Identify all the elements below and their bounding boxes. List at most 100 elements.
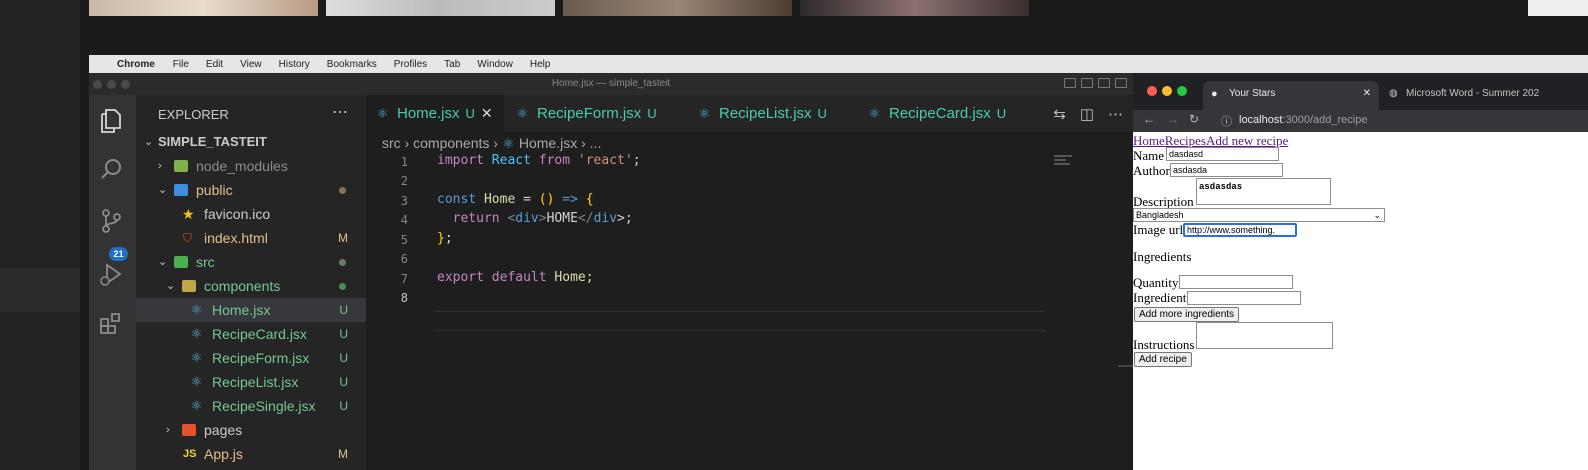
tab-recipeform[interactable]: ⚛ RecipeForm.jsx U xyxy=(504,95,684,132)
reload-icon[interactable]: ↻ xyxy=(1189,112,1199,126)
tree-folder-components[interactable]: ⌄ components xyxy=(136,274,366,298)
nav-link-home[interactable]: Home xyxy=(1133,133,1165,148)
minimize-window-button[interactable] xyxy=(1162,86,1172,96)
run-debug-icon[interactable] xyxy=(98,261,124,287)
close-window-button[interactable] xyxy=(93,80,102,89)
forward-icon[interactable]: → xyxy=(1167,112,1179,126)
nav-link-add-recipe[interactable]: Add new recipe xyxy=(1206,133,1288,148)
menu-bookmarks[interactable]: Bookmarks xyxy=(327,59,377,70)
close-window-button[interactable] xyxy=(1147,86,1157,96)
tree-folder-src[interactable]: ⌄ src xyxy=(136,250,366,274)
menu-window[interactable]: Window xyxy=(477,59,513,70)
line-number: 5 xyxy=(400,233,408,247)
menu-tab[interactable]: Tab xyxy=(444,59,460,70)
split-editor-icon[interactable]: ◫ xyxy=(1080,105,1094,123)
layout-controls xyxy=(1064,78,1127,88)
web-page: HomeRecipesAdd new recipe Name dasdasd A… xyxy=(1133,132,1588,470)
open-changes-icon[interactable]: ⇆ xyxy=(1053,105,1066,123)
menu-history[interactable]: History xyxy=(279,59,310,70)
screen: Chrome File Edit View History Bookmarks … xyxy=(0,0,1588,470)
author-input[interactable]: asdasda xyxy=(1170,163,1283,177)
more-actions-icon[interactable]: ⋯ xyxy=(332,102,348,122)
customize-layout-icon[interactable] xyxy=(1115,78,1127,88)
add-more-ingredients-button[interactable]: Add more ingredients xyxy=(1134,307,1240,322)
star-icon: ★ xyxy=(182,206,195,222)
nav-link-recipes[interactable]: Recipes xyxy=(1165,133,1206,148)
tab-recipelist[interactable]: ⚛ RecipeList.jsx U xyxy=(684,95,854,132)
modified-dot xyxy=(339,187,346,194)
line-number: 2 xyxy=(400,174,408,188)
toggle-panel-icon[interactable] xyxy=(1081,78,1093,88)
tab-recipecard[interactable]: ⚛ RecipeCard.jsx U xyxy=(854,95,1024,132)
url-field[interactable]: localhost:3000/add_recipe xyxy=(1239,114,1367,126)
minimize-window-button[interactable] xyxy=(107,80,116,89)
line-number: 8 xyxy=(400,291,408,305)
name-input[interactable]: dasdasd xyxy=(1166,147,1279,161)
toggle-sidebar-icon[interactable] xyxy=(1064,78,1076,88)
line-number: 7 xyxy=(400,272,408,286)
ingredient-input[interactable] xyxy=(1187,291,1301,305)
react-icon: ⚛ xyxy=(698,106,711,121)
folder-icon xyxy=(174,256,188,268)
video-thumbnail xyxy=(89,0,318,16)
code-line: export default Home; xyxy=(437,270,594,285)
description-textarea[interactable]: asdasdas xyxy=(1196,178,1331,205)
extensions-icon[interactable] xyxy=(98,311,124,337)
back-icon[interactable]: ← xyxy=(1143,112,1155,126)
tree-folder-pages[interactable]: › pages xyxy=(136,418,366,442)
quantity-input[interactable] xyxy=(1179,275,1293,289)
source-control-icon[interactable] xyxy=(98,208,124,234)
zoom-window-button[interactable] xyxy=(1177,86,1187,96)
folder-icon xyxy=(174,184,188,196)
info-icon[interactable]: ⓘ xyxy=(1221,113,1232,129)
menu-view[interactable]: View xyxy=(240,59,262,70)
image-url-input[interactable]: http://www.something. xyxy=(1183,223,1297,237)
github-icon: ● xyxy=(1211,88,1218,100)
tree-file-recipeform[interactable]: ⚛ RecipeForm.jsx U xyxy=(136,346,366,370)
add-recipe-button[interactable]: Add recipe xyxy=(1134,352,1192,367)
tree-file-index-html[interactable]: ⛉ index.html M xyxy=(136,226,366,250)
tree-file-recipesingle[interactable]: ⚛ RecipeSingle.jsx U xyxy=(136,394,366,418)
react-icon: ⚛ xyxy=(190,326,203,341)
explorer-icon[interactable] xyxy=(98,108,124,134)
instructions-label: Instructions xyxy=(1133,337,1195,352)
browser-tab-word[interactable]: ◍ Microsoft Word - Summer 202 xyxy=(1383,81,1588,110)
image-url-label: Image url xyxy=(1133,222,1184,237)
modified-dot xyxy=(339,259,346,266)
instructions-textarea[interactable] xyxy=(1196,322,1333,349)
tab-home[interactable]: ⚛ Home.jsx U ✕ xyxy=(366,95,504,132)
menu-edit[interactable]: Edit xyxy=(206,59,223,70)
code-line: }; xyxy=(437,231,453,246)
zoom-window-button[interactable] xyxy=(121,80,130,89)
tree-file-app-js[interactable]: JS App.js M xyxy=(136,442,366,466)
close-tab-icon[interactable]: ✕ xyxy=(1363,81,1371,107)
activity-bar: 21 xyxy=(89,95,136,470)
tree-file-favicon[interactable]: ★ favicon.ico xyxy=(136,202,366,226)
name-label: Name xyxy=(1133,148,1165,163)
browser-window: ● Your Stars ✕ ◍ Microsoft Word - Summer… xyxy=(1133,73,1588,470)
menu-help[interactable]: Help xyxy=(530,59,551,70)
tree-file-home[interactable]: ⚛ Home.jsx U xyxy=(136,298,366,322)
tree-folder-public[interactable]: ⌄ public xyxy=(136,178,366,202)
toggle-secondary-sidebar-icon[interactable] xyxy=(1098,78,1110,88)
tree-file-recipecard[interactable]: ⚛ RecipeCard.jsx U xyxy=(136,322,366,346)
menu-chrome[interactable]: Chrome xyxy=(117,59,155,70)
browser-tab-your-stars[interactable]: ● Your Stars ✕ xyxy=(1203,81,1379,110)
react-icon: ⚛ xyxy=(868,106,881,121)
browser-tabstrip: ● Your Stars ✕ ◍ Microsoft Word - Summer… xyxy=(1133,73,1588,110)
menu-file[interactable]: File xyxy=(173,59,189,70)
menu-profiles[interactable]: Profiles xyxy=(394,59,427,70)
folder-icon xyxy=(182,280,196,292)
more-actions-icon[interactable]: ⋯ xyxy=(1108,105,1123,123)
left-panel xyxy=(0,0,80,470)
editor-tabs: ⚛ Home.jsx U ✕ ⚛ RecipeForm.jsx U ⚛ RecipeList… xyxy=(366,95,1133,132)
country-select[interactable]: Bangladesh ⌄ xyxy=(1133,208,1385,222)
tree-root-folder[interactable]: ⌄ SIMPLE_TASTEIT xyxy=(136,130,366,154)
tree-folder-node-modules[interactable]: › node_modules xyxy=(136,154,366,178)
author-label: Author xyxy=(1133,163,1170,178)
tree-file-recipelist[interactable]: ⚛ RecipeList.jsx U xyxy=(136,370,366,394)
minimap[interactable] xyxy=(1054,155,1116,175)
search-icon[interactable] xyxy=(98,157,124,183)
line-number: 1 xyxy=(400,155,408,169)
close-tab-icon[interactable]: ✕ xyxy=(481,105,493,121)
